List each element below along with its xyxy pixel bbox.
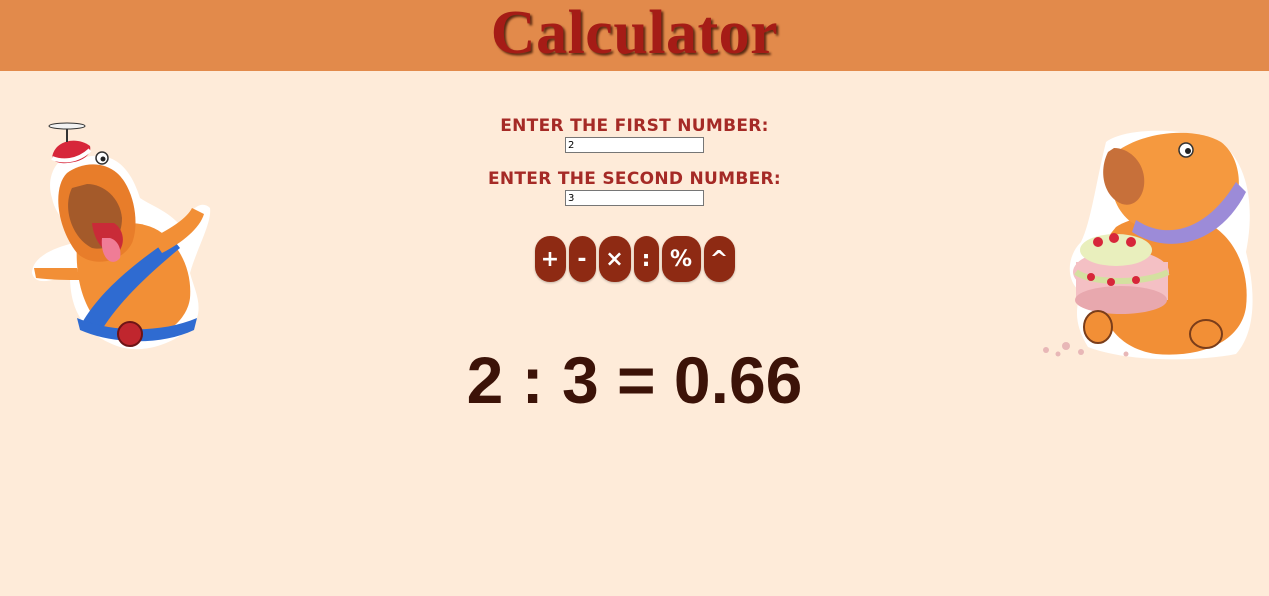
add-button[interactable]: + [534, 236, 566, 282]
first-number-label: ENTER THE FIRST NUMBER: [500, 116, 769, 136]
subtract-button[interactable]: - [568, 236, 596, 282]
second-number-input[interactable] [565, 190, 704, 206]
first-number-input[interactable] [565, 137, 704, 153]
operation-buttons: + - × : % ^ [0, 236, 1269, 282]
power-button[interactable]: ^ [703, 236, 735, 282]
header-bar: Calculator [0, 0, 1269, 71]
page-title: Calculator [490, 0, 779, 67]
result-display: 2 : 3 = 0.66 [466, 343, 803, 417]
second-number-label: ENTER THE SECOND NUMBER: [487, 169, 782, 189]
divide-button[interactable]: : [633, 236, 659, 282]
percent-button[interactable]: % [661, 236, 701, 282]
calculator-form: ENTER THE FIRST NUMBER: ENTER THE SECOND… [0, 116, 1269, 206]
multiply-button[interactable]: × [598, 236, 631, 282]
